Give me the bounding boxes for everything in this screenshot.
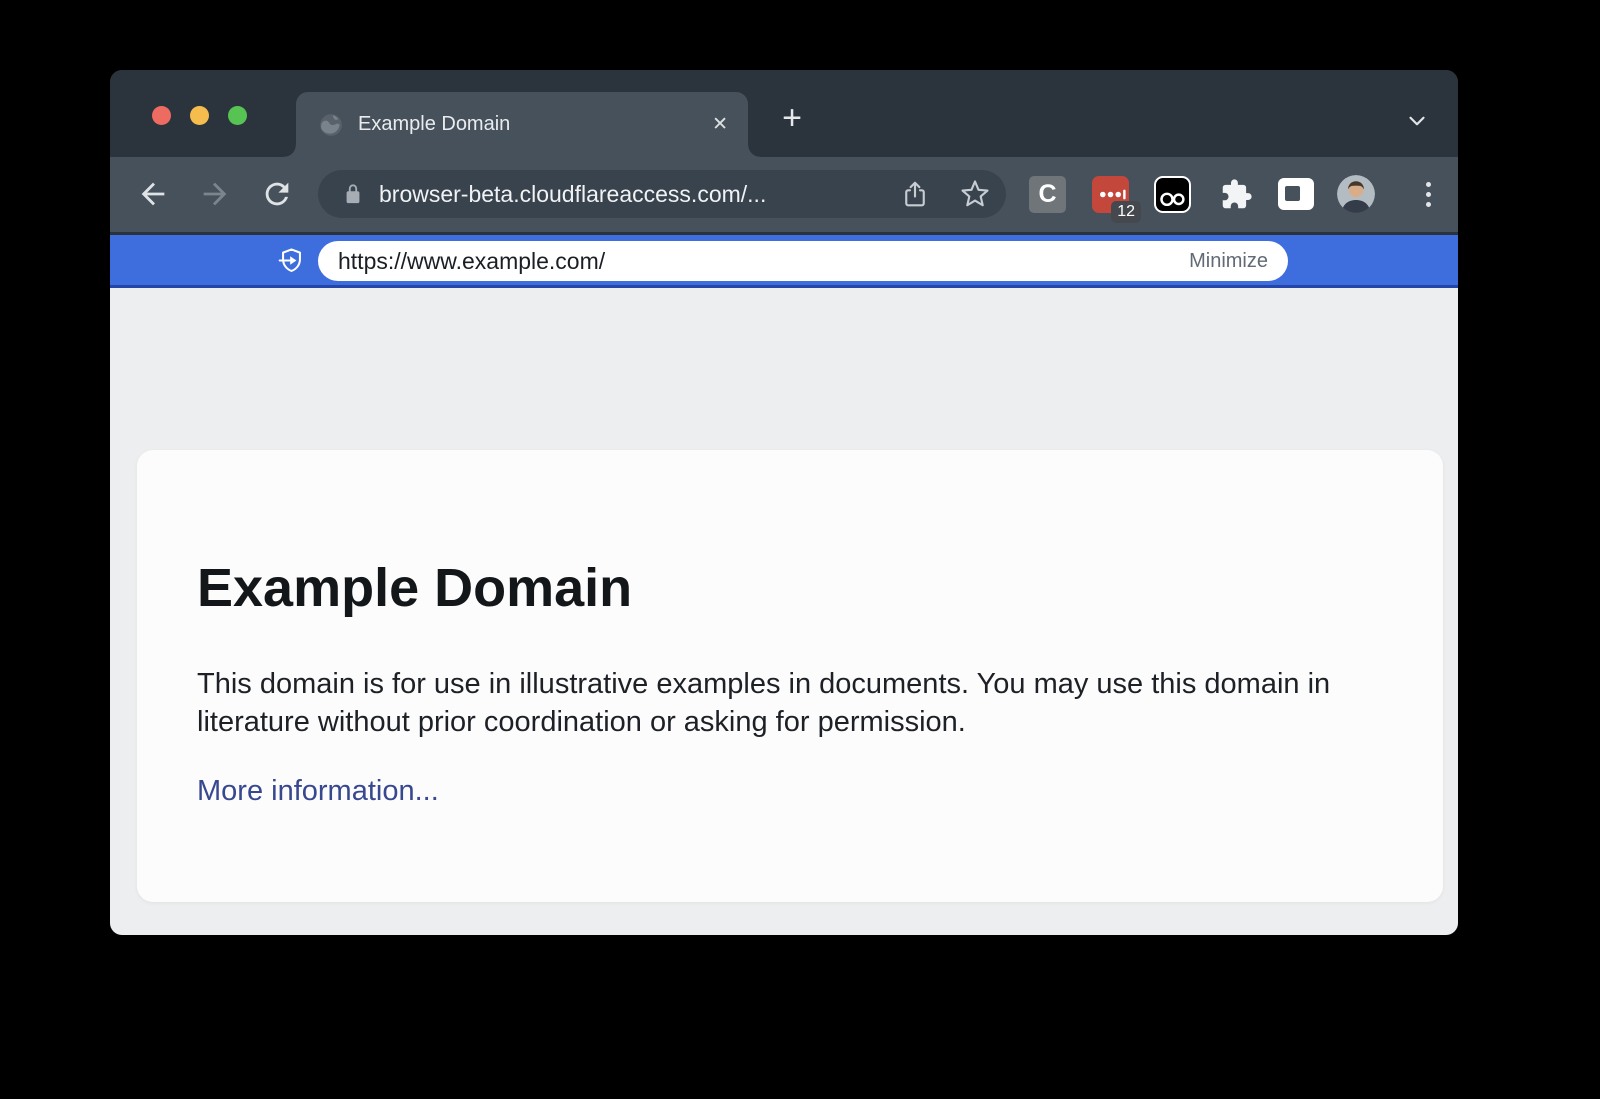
lock-icon	[342, 183, 364, 205]
zoom-window-button[interactable]	[228, 106, 247, 125]
globe-icon	[318, 112, 344, 138]
chevron-down-icon[interactable]	[1404, 108, 1430, 134]
minimize-isolation-button[interactable]: Minimize	[1189, 250, 1268, 273]
more-information-link[interactable]: More information...	[197, 775, 439, 808]
isolation-bar: https://www.example.com/ Minimize	[110, 232, 1458, 288]
new-tab-button[interactable]: +	[766, 92, 818, 144]
tab-close-icon[interactable]: ✕	[712, 113, 728, 136]
outer-url-text: browser-beta.cloudflareaccess.com/...	[379, 181, 900, 208]
two-circles-extension-icon[interactable]	[1154, 176, 1191, 213]
extensions-menu-button[interactable]	[1218, 176, 1255, 213]
isolated-url-bar[interactable]: https://www.example.com/ Minimize	[318, 241, 1288, 281]
share-icon[interactable]	[900, 179, 930, 209]
minimize-window-button[interactable]	[190, 106, 209, 125]
page-body-text: This domain is for use in illustrative e…	[197, 665, 1352, 741]
toolbar: browser-beta.cloudflareaccess.com/... C	[110, 157, 1458, 232]
browser-window: Example Domain ✕ + bro	[110, 70, 1458, 935]
password-manager-extension-icon[interactable]: 12	[1092, 176, 1129, 213]
isolated-url-text: https://www.example.com/	[338, 248, 1189, 275]
titlebar: Example Domain ✕ +	[110, 70, 1458, 157]
shield-arrow-icon	[278, 247, 305, 274]
reload-icon	[260, 177, 294, 211]
back-button[interactable]	[136, 177, 170, 211]
menu-dot	[1426, 202, 1431, 207]
example-domain-card: Example Domain This domain is for use in…	[137, 450, 1443, 902]
page-title: Example Domain	[197, 556, 1383, 621]
bookmark-star-icon[interactable]	[960, 179, 990, 209]
back-arrow-icon	[136, 177, 170, 211]
browser-menu-button[interactable]	[1413, 179, 1443, 209]
puzzle-icon	[1220, 178, 1253, 211]
extension-badge: 12	[1111, 201, 1141, 223]
extension-c-icon[interactable]: C	[1029, 176, 1066, 213]
side-panel-hole	[1285, 186, 1300, 201]
reload-button[interactable]	[260, 177, 294, 211]
close-window-button[interactable]	[152, 106, 171, 125]
extension-c-letter: C	[1038, 180, 1056, 209]
page-viewport: Example Domain This domain is for use in…	[110, 288, 1458, 935]
forward-arrow-icon	[198, 177, 232, 211]
avatar-photo	[1337, 175, 1375, 213]
forward-button[interactable]	[198, 177, 232, 211]
omnibox[interactable]: browser-beta.cloudflareaccess.com/...	[318, 170, 1006, 218]
side-panel-extension-icon[interactable]	[1278, 178, 1314, 210]
profile-avatar[interactable]	[1337, 175, 1375, 213]
menu-dot	[1426, 192, 1431, 197]
tab-example-domain[interactable]: Example Domain ✕	[296, 92, 748, 157]
menu-dot	[1426, 182, 1431, 187]
two-circles-glyph	[1156, 178, 1189, 211]
tab-title: Example Domain	[358, 113, 712, 136]
